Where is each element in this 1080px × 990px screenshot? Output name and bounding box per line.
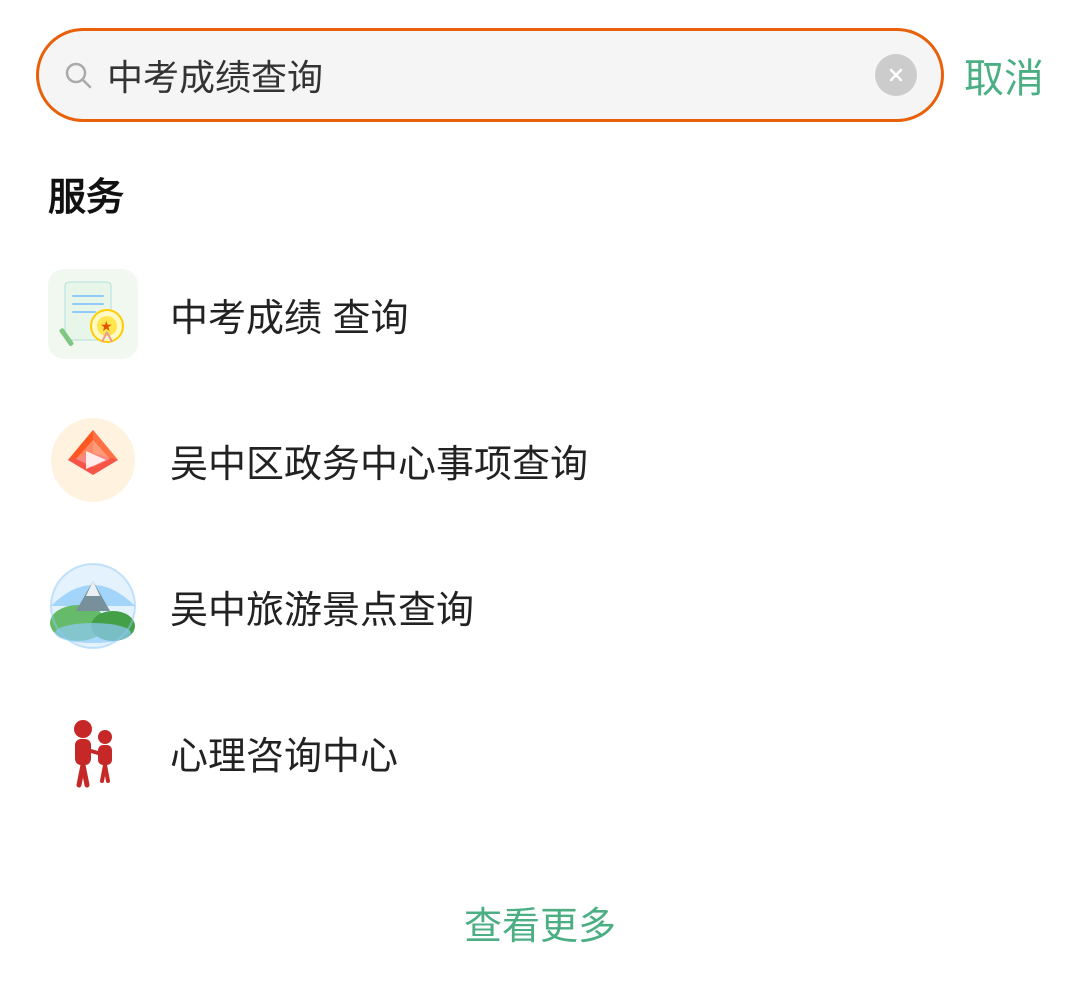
service-label-gov: 吴中区政务中心事项查询 (170, 433, 588, 488)
service-item-xinli[interactable]: 心理咨询中心 (0, 679, 1080, 825)
service-icon-zhongkao: ★ (48, 269, 138, 359)
service-item-zhongkao[interactable]: ★ 中考成绩 查询 (0, 241, 1080, 387)
search-clear-button[interactable] (875, 54, 917, 96)
svg-text:★: ★ (100, 318, 113, 334)
service-label-xinli: 心理咨询中心 (170, 725, 398, 780)
service-list: ★ 中考成绩 查询 (0, 231, 1080, 835)
see-more-area: 查看更多 (0, 855, 1080, 990)
service-item-gov[interactable]: 吴中区政务中心事项查询 (0, 387, 1080, 533)
service-icon-tour (48, 561, 138, 651)
cancel-button[interactable]: 取消 (964, 46, 1044, 104)
search-input-value[interactable]: 中考成绩查询 (107, 49, 861, 101)
service-label-zhongkao: 中考成绩 查询 (170, 287, 409, 342)
service-icon-gov (48, 415, 138, 505)
see-more-button[interactable]: 查看更多 (464, 895, 616, 950)
search-icon (63, 60, 93, 90)
service-icon-xinli (48, 707, 138, 797)
search-box[interactable]: 中考成绩查询 (36, 28, 944, 122)
service-item-tour[interactable]: 吴中旅游景点查询 (0, 533, 1080, 679)
section-title: 服务 (0, 146, 1080, 231)
page-container: 中考成绩查询 取消 服务 (0, 0, 1080, 928)
search-area: 中考成绩查询 取消 (0, 0, 1080, 146)
service-label-tour: 吴中旅游景点查询 (170, 579, 474, 634)
